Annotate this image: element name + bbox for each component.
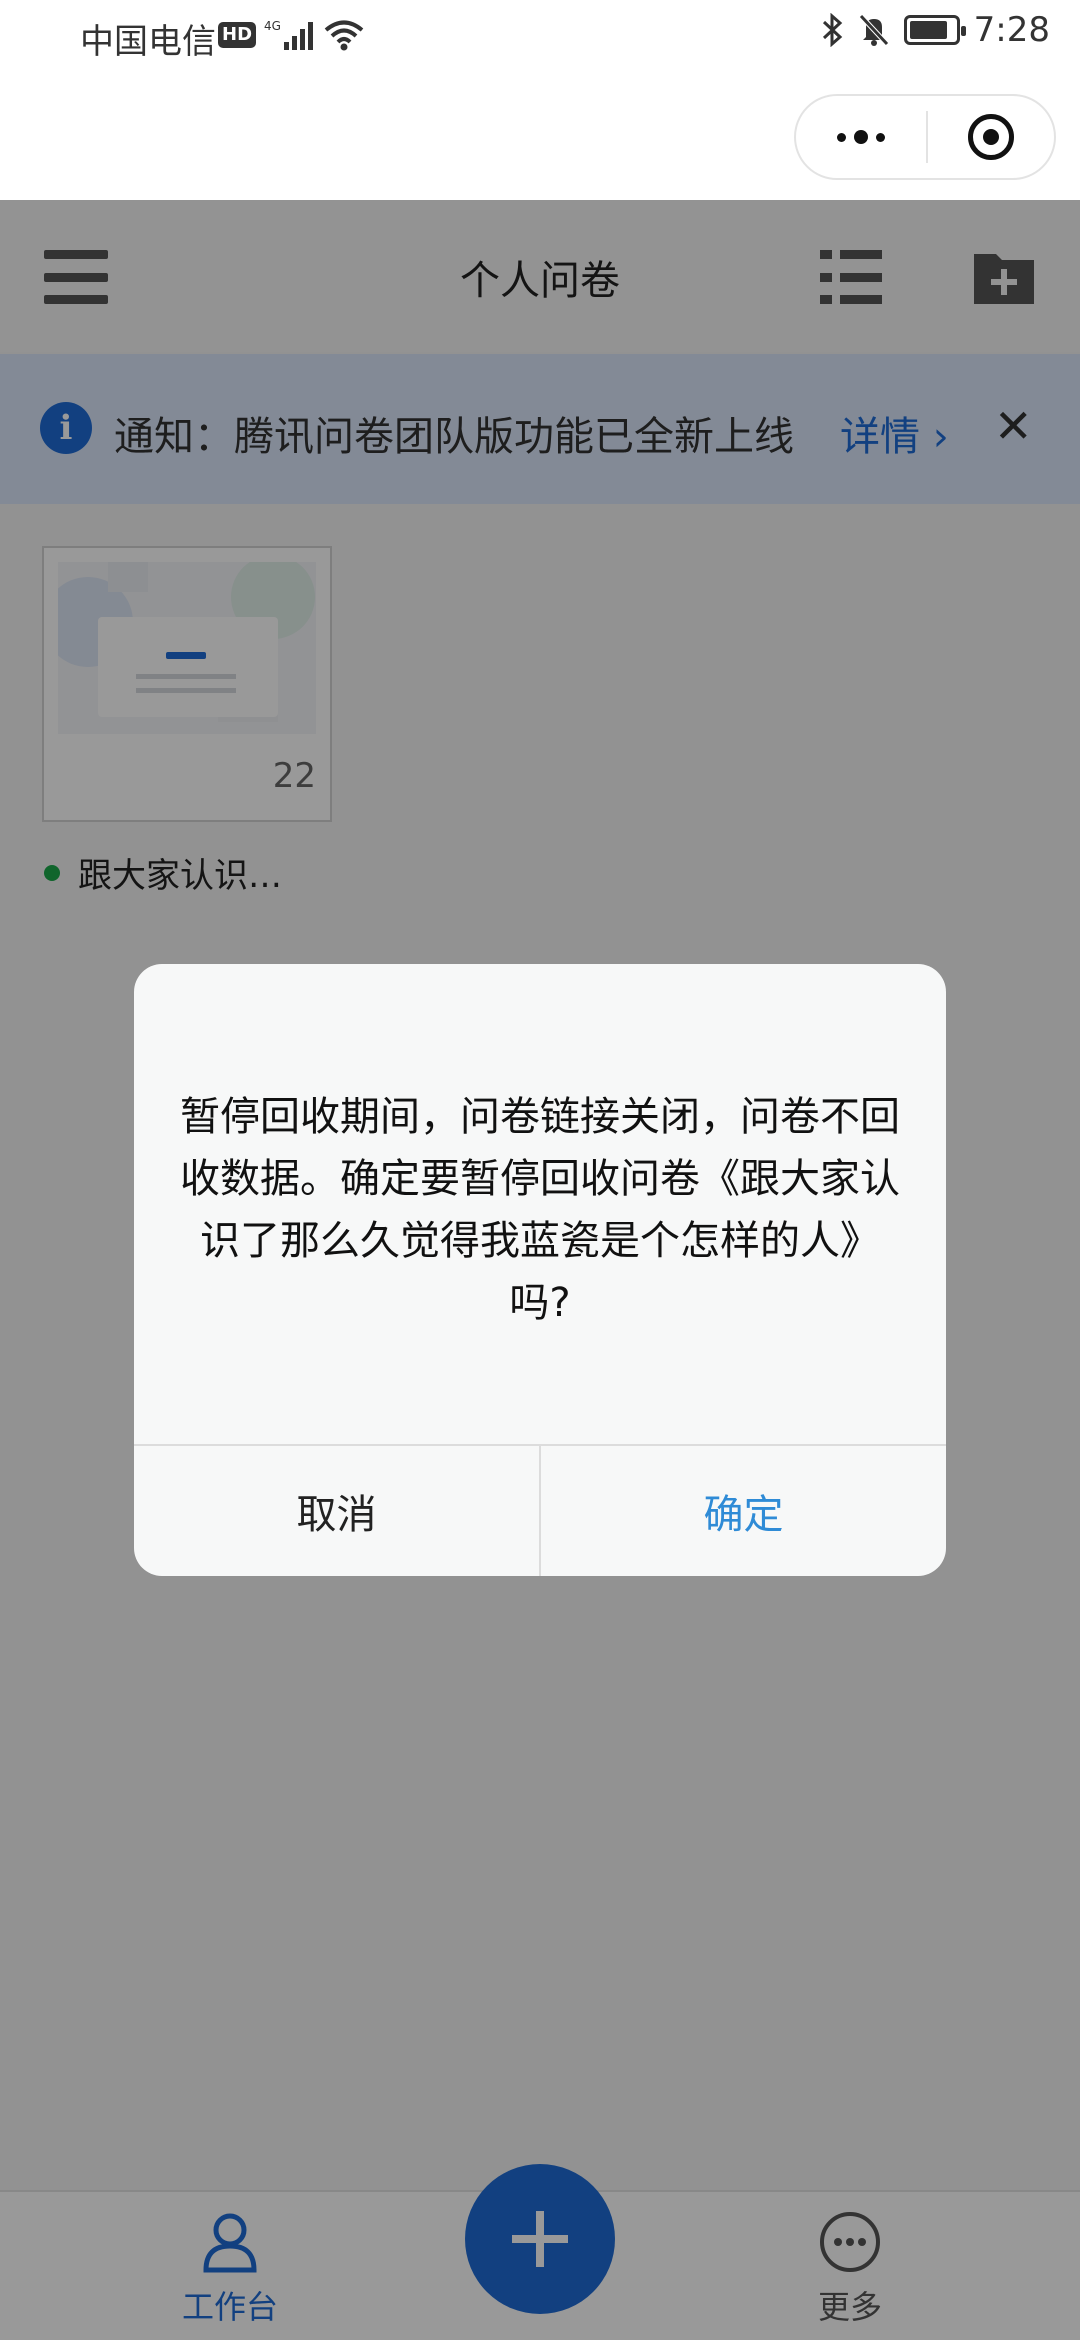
- network-type-label: 4G: [264, 19, 281, 33]
- mini-program-capsule: [794, 94, 1056, 180]
- status-bar: 中国电信 HD 4G 7:28: [0, 0, 1080, 72]
- mute-icon: [858, 14, 889, 46]
- dialog-message: 暂停回收期间，问卷链接关闭，问卷不回收数据。确定要暂停回收问卷《跟大家认识了那么…: [180, 1094, 900, 1326]
- cancel-button[interactable]: 取消: [134, 1446, 541, 1576]
- bluetooth-icon: [822, 13, 842, 47]
- network-indicators: HD 4G: [218, 18, 364, 52]
- signal-icon: 4G: [264, 19, 314, 50]
- capsule-close-button[interactable]: [928, 114, 1054, 160]
- more-dot: [837, 132, 846, 142]
- carrier-label: 中国电信: [80, 22, 216, 62]
- battery-icon: [903, 15, 966, 45]
- wifi-icon: [324, 20, 364, 51]
- confirm-dialog: 暂停回收期间，问卷链接关闭，问卷不回收数据。确定要暂停回收问卷《跟大家认识了那么…: [134, 964, 946, 1576]
- clock: 7:28: [973, 10, 1050, 50]
- confirm-button[interactable]: 确定: [541, 1446, 946, 1576]
- capsule-more-button[interactable]: [796, 96, 926, 178]
- hd-badge: HD: [218, 22, 257, 48]
- target-icon: [968, 114, 1014, 160]
- battery-level: [909, 21, 948, 39]
- dialog-actions: 取消 确定: [134, 1444, 946, 1576]
- more-dot: [854, 130, 868, 144]
- status-right: 7:28: [820, 10, 1050, 50]
- more-dot: [876, 132, 885, 142]
